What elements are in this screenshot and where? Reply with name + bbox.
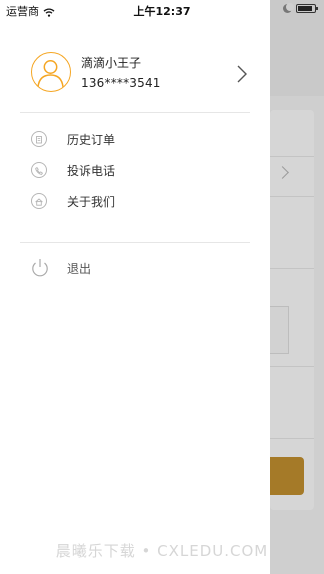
logout-button[interactable]: 退出: [0, 255, 270, 283]
backdrop-divider: [270, 156, 314, 157]
chevron-right-icon[interactable]: [236, 64, 248, 84]
menu-item-order-history[interactable]: 历史订单: [0, 126, 270, 154]
menu-item-complaint-phone[interactable]: 投诉电话: [0, 157, 270, 185]
menu-divider: [20, 242, 250, 243]
profile-phone: 136****3541: [81, 76, 161, 90]
power-icon: [29, 257, 51, 279]
side-drawer: 滴滴小王子 136****3541 历史订单 投诉电话 关于我们 退出: [0, 0, 270, 574]
backdrop-divider: [270, 438, 314, 439]
logout-label: 退出: [67, 262, 92, 276]
menu-item-about-us[interactable]: 关于我们: [0, 188, 270, 216]
profile-name: 滴滴小王子: [81, 56, 142, 70]
backdrop-divider: [270, 366, 314, 367]
backdrop-input-box: [270, 306, 289, 354]
menu-item-label: 历史订单: [67, 133, 116, 147]
phone-icon: [31, 162, 47, 178]
menu-item-label: 关于我们: [67, 195, 116, 209]
receipt-icon: [31, 131, 47, 147]
do-not-disturb-moon-icon: [283, 3, 294, 13]
home-icon: [31, 193, 47, 209]
profile-row[interactable]: 滴滴小王子 136****3541: [0, 40, 270, 112]
status-bar: 运营商 上午12:37: [0, 0, 324, 20]
avatar-user-icon[interactable]: [31, 52, 71, 92]
screen: 运营商 上午12:37 滴滴小王子 136****3541 历史订单 投诉电话 …: [0, 0, 324, 574]
profile-divider: [20, 112, 250, 113]
backdrop-divider: [270, 196, 314, 197]
menu-item-label: 投诉电话: [67, 164, 116, 178]
watermark-text: 晨曦乐下载 • CXLEDU.COM: [55, 542, 269, 560]
status-time: 上午12:37: [133, 5, 191, 18]
backdrop-divider: [270, 268, 314, 269]
status-indicators: [283, 3, 318, 13]
backdrop-confirm-button: [270, 457, 304, 495]
battery-icon: [296, 4, 318, 13]
